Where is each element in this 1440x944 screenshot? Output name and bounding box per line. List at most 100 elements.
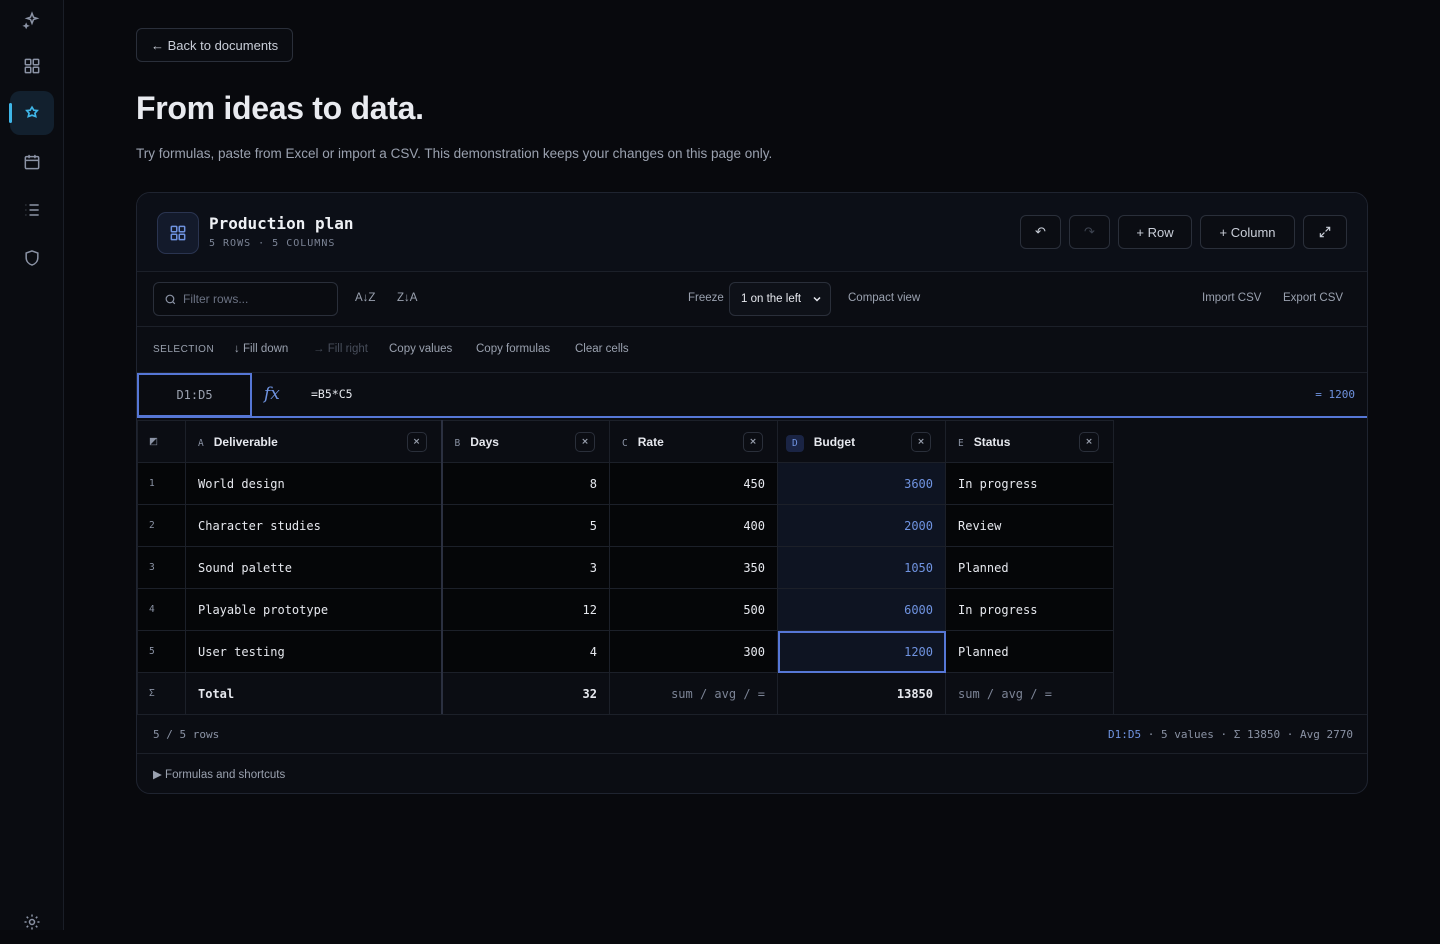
remove-column-button[interactable]: × (743, 432, 763, 452)
remove-column-button[interactable]: × (911, 432, 931, 452)
column-header-deliverable[interactable]: A Deliverable × (185, 420, 443, 463)
import-csv-button[interactable]: Import CSV (1202, 292, 1261, 304)
export-csv-button[interactable]: Export CSV (1283, 292, 1343, 304)
document-title: Production plan (209, 214, 354, 233)
table-row: 1 World design 8 450 3600 In progress (137, 462, 1114, 505)
cell-rate[interactable]: 400 (609, 504, 778, 547)
sort-ascending-button[interactable]: A↓Z (355, 292, 375, 304)
cell-days[interactable]: 4 (441, 630, 610, 673)
freeze-select[interactable]: 1 on the left (729, 282, 831, 316)
cell-budget[interactable]: 6000 (777, 588, 946, 631)
column-header-budget[interactable]: D Budget × (777, 420, 946, 463)
cell-days[interactable]: 8 (441, 462, 610, 505)
fill-down-button[interactable]: ↓ Fill down (234, 343, 288, 355)
cell-status[interactable]: Planned (945, 630, 1114, 673)
formulas-shortcuts-toggle[interactable]: ▶ Formulas and shortcuts (153, 767, 285, 781)
cell-days[interactable]: 3 (441, 546, 610, 589)
column-header-days[interactable]: B Days × (441, 420, 610, 463)
document-meta: 5 ROWS · 5 COLUMNS (209, 238, 336, 249)
row-number[interactable]: 1 (137, 462, 186, 505)
sort-descending-button[interactable]: Z↓A (397, 292, 417, 304)
cell-status[interactable]: Planned (945, 546, 1114, 589)
cell-budget-selected[interactable]: 1200 (777, 630, 946, 673)
clear-cells-button[interactable]: Clear cells (575, 343, 629, 355)
data-table: ◩ A Deliverable × B Days × C Rate × D Bu… (137, 420, 1114, 715)
remove-column-button[interactable]: × (406, 432, 427, 452)
cell-days[interactable]: 5 (441, 504, 610, 547)
cell-days[interactable]: 12 (441, 588, 610, 631)
cell-deliverable[interactable]: World design (185, 462, 443, 505)
total-label: Total (185, 672, 443, 715)
compact-view-button[interactable]: Compact view (848, 292, 920, 304)
cell-budget[interactable]: 3600 (777, 462, 946, 505)
copy-values-button[interactable]: Copy values (389, 343, 452, 355)
cell-status[interactable]: Review (945, 504, 1114, 547)
cell-deliverable[interactable]: Sound palette (185, 546, 443, 589)
sum-symbol: Σ (137, 672, 186, 715)
freeze-label: Freeze (688, 292, 724, 304)
selection-label: SELECTION (153, 344, 215, 355)
shield-icon[interactable] (10, 236, 54, 280)
formula-input[interactable]: =B5*C5 (311, 387, 353, 401)
selection-toolbar: SELECTION ↓ Fill down → Fill right Copy … (137, 327, 1367, 373)
expand-button[interactable] (1303, 215, 1347, 249)
remove-column-button[interactable]: × (575, 432, 595, 452)
undo-button[interactable]: ↶ (1020, 215, 1061, 249)
chevron-down-icon (813, 296, 821, 302)
cell-deliverable[interactable]: Character studies (185, 504, 443, 547)
add-row-button[interactable]: + Row (1118, 215, 1192, 249)
undo-icon: ↶ (1035, 224, 1046, 239)
sparkle-icon[interactable] (10, 0, 54, 40)
spreadsheet-header: Production plan 5 ROWS · 5 COLUMNS ↶ ↷ +… (137, 193, 1367, 272)
column-name: Budget (813, 434, 856, 449)
total-status-aggregate[interactable]: sum / avg / = (945, 672, 1114, 715)
row-number[interactable]: 3 (137, 546, 186, 589)
add-column-button[interactable]: + Column (1200, 215, 1295, 249)
spreadsheet-toolbar: A↓Z Z↓A Freeze 1 on the left Compact vie… (137, 272, 1367, 327)
calendar-icon[interactable] (10, 140, 54, 184)
select-all-corner[interactable]: ◩ (137, 420, 186, 463)
list-icon[interactable] (10, 188, 54, 232)
back-to-documents-button[interactable]: ← Back to documents (136, 28, 294, 62)
table-row: 5 User testing 4 300 1200 Planned (137, 630, 1114, 673)
column-letter: C (622, 437, 628, 449)
row-number[interactable]: 4 (137, 588, 186, 631)
column-name: Status (973, 434, 1011, 449)
cell-deliverable[interactable]: Playable prototype (185, 588, 443, 631)
flower-icon[interactable] (9, 91, 54, 135)
cell-status[interactable]: In progress (945, 462, 1114, 505)
sidebar (0, 0, 64, 930)
column-letter: A (198, 437, 204, 449)
cell-rate[interactable]: 300 (609, 630, 778, 673)
row-number[interactable]: 5 (137, 630, 186, 673)
column-letter: D (786, 434, 804, 452)
table-row: 3 Sound palette 3 350 1050 Planned (137, 546, 1114, 589)
total-days: 32 (441, 672, 610, 715)
formula-bar: D1:D5 fx =B5*C5 = 1200 (137, 373, 1367, 418)
cell-reference[interactable]: D1:D5 (137, 373, 252, 417)
column-header-status[interactable]: E Status × (945, 420, 1114, 463)
grid-icon[interactable] (10, 44, 54, 88)
row-number[interactable]: 2 (137, 504, 186, 547)
total-budget: 13850 (777, 672, 946, 715)
formula-result: = 1200 (1315, 388, 1355, 401)
rows-count: 5 / 5 rows (153, 728, 220, 741)
column-name: Days (470, 434, 499, 449)
cell-rate[interactable]: 450 (609, 462, 778, 505)
grid-footer: 5 / 5 rows D1:D5 · 5 values · Σ 13850 · … (137, 714, 1367, 754)
cell-budget[interactable]: 2000 (777, 504, 946, 547)
cell-rate[interactable]: 350 (609, 546, 778, 589)
cell-deliverable[interactable]: User testing (185, 630, 443, 673)
cell-budget[interactable]: 1050 (777, 546, 946, 589)
settings-icon[interactable] (10, 900, 54, 944)
column-header-rate[interactable]: C Rate × (609, 420, 778, 463)
cell-rate[interactable]: 500 (609, 588, 778, 631)
filter-field[interactable] (153, 282, 338, 316)
copy-formulas-button[interactable]: Copy formulas (476, 343, 550, 355)
filter-input[interactable] (183, 292, 333, 306)
remove-column-button[interactable]: × (1079, 432, 1099, 452)
cell-status[interactable]: In progress (945, 588, 1114, 631)
fill-right-button[interactable]: → Fill right (313, 343, 368, 355)
total-rate-aggregate[interactable]: sum / avg / = (609, 672, 778, 715)
redo-button[interactable]: ↷ (1069, 215, 1110, 249)
